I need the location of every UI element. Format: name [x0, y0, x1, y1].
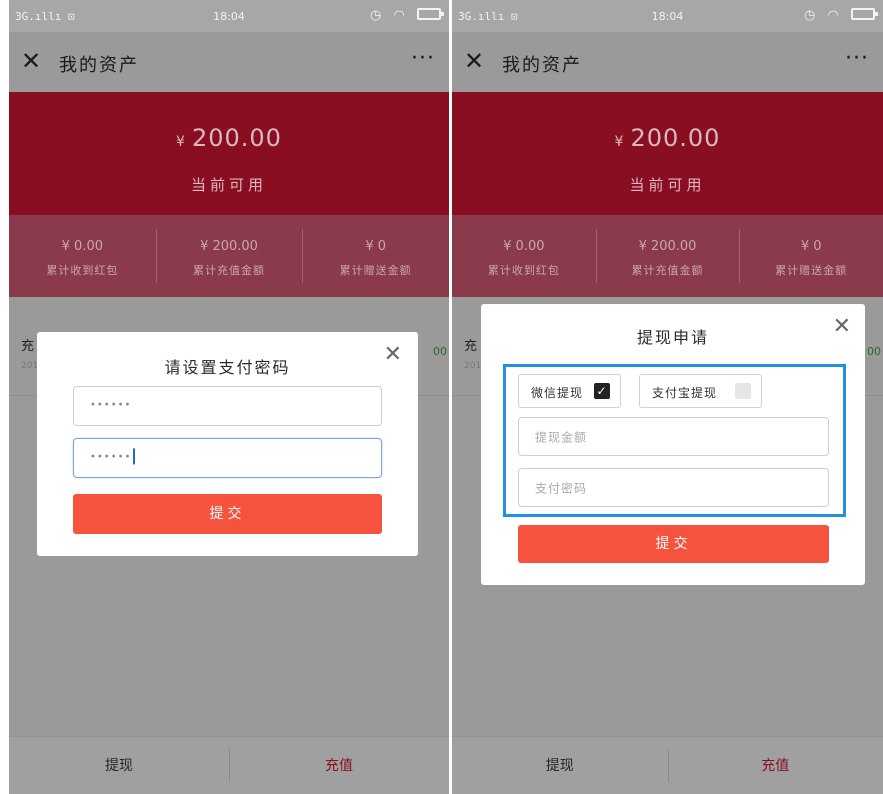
list-item-date: 201 [464, 361, 482, 371]
stat-value: ¥ 0.00 [503, 239, 545, 254]
signal-indicator: 3G.ıllı ⊡ [458, 10, 518, 23]
stat-value: ¥ 0 [365, 239, 387, 254]
stat-gift-total: ¥ 0 累计赠送金额 [739, 215, 883, 297]
stat-red-packets: ¥ 0.00 累计收到红包 [452, 215, 596, 297]
submit-button[interactable]: 提交 [518, 525, 829, 563]
status-bar: 3G.ıllı ⊡ 18:04 ◷ ◠ [452, 0, 883, 32]
stat-label: 累计收到红包 [487, 264, 560, 277]
tab-recharge[interactable]: 充值 [667, 737, 883, 794]
phone-screen-withdraw: 3G.ıllı ⊡ 18:04 ◷ ◠ ✕ 我的资产 ··· ¥200.00 当… [452, 0, 883, 794]
tab-recharge[interactable]: 充值 [229, 737, 449, 794]
submit-button[interactable]: 提交 [73, 494, 382, 534]
phone-screen-set-password: 3G.ıllı ⊡ 18:04 ◷ ◠ ✕ 我的资产 ··· ¥200.00 当… [9, 0, 449, 794]
stat-value: ¥ 0 [800, 239, 822, 254]
balance-amount: ¥200.00 [9, 124, 449, 152]
list-item-date: 201 [21, 361, 39, 371]
option-wechat-withdraw[interactable]: 微信提现 ✓ [518, 374, 621, 408]
balance-value: 200.00 [191, 124, 282, 152]
page-title: 我的资产 [59, 55, 139, 76]
nav-bar: ✕ 我的资产 ··· [9, 32, 449, 92]
balance-panel: ¥200.00 当前可用 [452, 92, 883, 215]
signal-indicator: 3G.ıllı ⊡ [15, 10, 75, 23]
list-item-title: 充 [464, 339, 478, 354]
close-icon[interactable]: ✕ [464, 48, 484, 74]
bottom-tab-bar: 提现 充值 [9, 736, 449, 794]
dialog-title: 提现申请 [636, 328, 709, 347]
balance-label: 当前可用 [190, 176, 267, 194]
tab-withdraw[interactable]: 提现 [9, 737, 229, 794]
currency-symbol: ¥ [176, 134, 186, 150]
stat-red-packets: ¥ 0.00 累计收到红包 [9, 215, 156, 297]
battery-icon [417, 8, 444, 20]
stat-recharge-total: ¥ 200.00 累计充值金额 [595, 215, 740, 297]
status-icons: ◷ ◠ [370, 8, 444, 23]
more-icon[interactable]: ··· [845, 46, 869, 71]
confirm-password-value: •••••• [90, 448, 136, 465]
list-item-amount: 00 [867, 345, 881, 358]
balance-amount: ¥200.00 [452, 124, 883, 152]
stat-label: 累计赠送金额 [339, 264, 412, 277]
stats-row: ¥ 0.00 累计收到红包 ¥ 200.00 累计充值金额 ¥ 0 累计赠送金额 [9, 215, 449, 297]
stat-recharge-total: ¥ 200.00 累计充值金额 [155, 215, 303, 297]
list-item-amount: 00 [433, 345, 447, 358]
status-icons: ◷ ◠ [804, 8, 878, 23]
status-bar: 3G.ıllı ⊡ 18:04 ◷ ◠ [9, 0, 449, 32]
more-icon[interactable]: ··· [411, 46, 435, 71]
stat-label: 累计收到红包 [46, 264, 119, 277]
list-item-title: 充 [21, 339, 35, 354]
stats-row: ¥ 0.00 累计收到红包 ¥ 200.00 累计充值金额 ¥ 0 累计赠送金额 [452, 215, 883, 297]
stat-value: ¥ 200.00 [638, 239, 697, 254]
stat-value: ¥ 200.00 [200, 239, 258, 254]
alarm-icon: ◷ [804, 8, 820, 23]
password-field[interactable]: •••••• [73, 386, 382, 426]
withdraw-dialog: 提现申请 ✕ 微信提现 ✓ 支付宝提现 提现金额 支付密码 提交 [481, 304, 865, 585]
page-title: 我的资产 [502, 55, 582, 76]
balance-value: 200.00 [630, 124, 721, 152]
nav-bar: ✕ 我的资产 ··· [452, 32, 883, 92]
tab-withdraw[interactable]: 提现 [452, 737, 668, 794]
confirm-password-field[interactable]: •••••• [73, 438, 382, 478]
option-label: 支付宝提现 [652, 386, 718, 400]
wifi-icon: ◠ [393, 8, 409, 23]
amount-placeholder: 提现金额 [535, 430, 588, 444]
confirm-password-dots: •••••• [90, 451, 132, 463]
stat-label: 累计充值金额 [193, 264, 265, 277]
set-password-dialog: 请设置支付密码 ✕ •••••• •••••• 提交 [37, 332, 418, 556]
pay-password-field[interactable]: 支付密码 [518, 468, 829, 507]
option-alipay-withdraw[interactable]: 支付宝提现 [639, 374, 762, 408]
password-value: •••••• [90, 399, 132, 411]
bottom-tab-bar: 提现 充值 [452, 736, 883, 794]
password-placeholder: 支付密码 [535, 481, 588, 495]
close-icon[interactable]: ✕ [21, 48, 41, 74]
close-icon[interactable]: ✕ [833, 316, 851, 338]
stat-label: 累计赠送金额 [775, 264, 848, 277]
dialog-title: 请设置支付密码 [164, 358, 291, 377]
option-label: 微信提现 [531, 386, 584, 400]
balance-label: 当前可用 [629, 176, 706, 194]
stat-label: 累计充值金额 [631, 264, 704, 277]
alarm-icon: ◷ [370, 8, 386, 23]
close-icon[interactable]: ✕ [384, 344, 402, 366]
text-caret [133, 448, 136, 465]
withdraw-amount-field[interactable]: 提现金额 [518, 417, 829, 456]
wifi-icon: ◠ [827, 8, 843, 23]
checkbox-unchecked-icon[interactable] [735, 383, 751, 399]
checkbox-checked-icon[interactable]: ✓ [594, 383, 610, 399]
status-time: 18:04 [213, 10, 245, 23]
stat-value: ¥ 0.00 [61, 239, 104, 254]
currency-symbol: ¥ [614, 134, 625, 150]
stat-gift-total: ¥ 0 累计赠送金额 [302, 215, 449, 297]
status-time: 18:04 [651, 10, 684, 23]
balance-panel: ¥200.00 当前可用 [9, 92, 449, 215]
battery-icon [851, 8, 878, 20]
